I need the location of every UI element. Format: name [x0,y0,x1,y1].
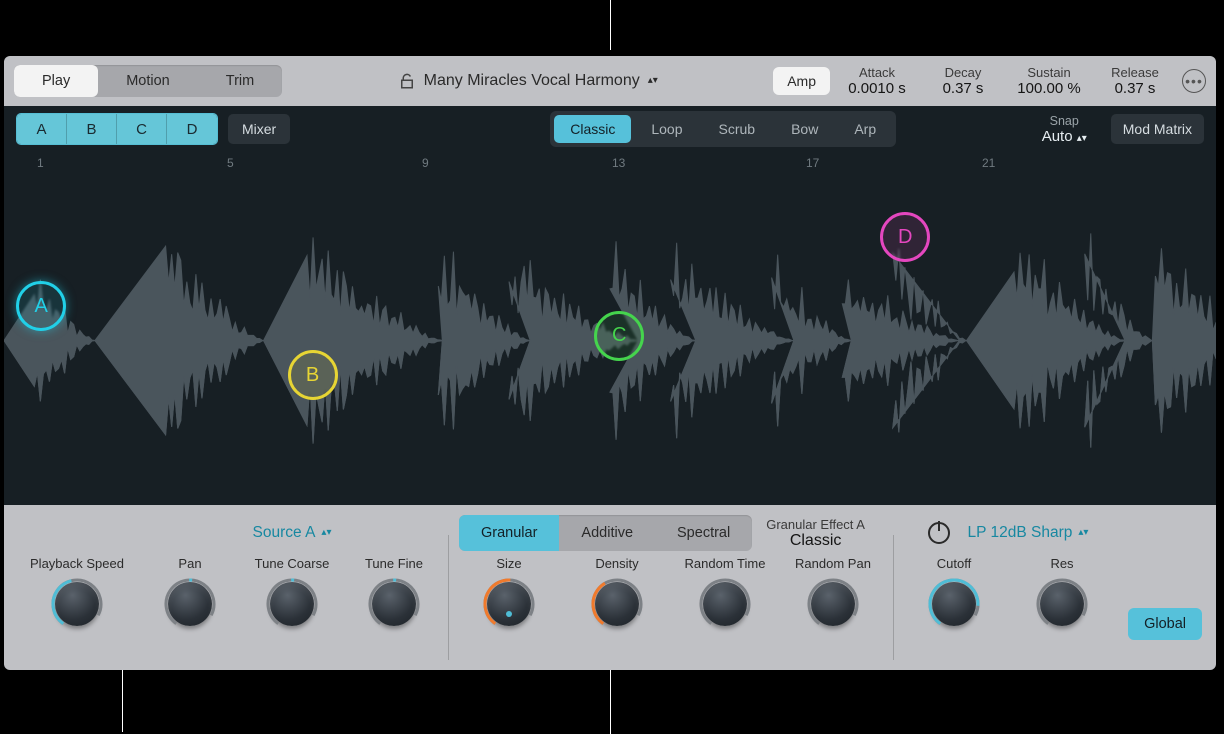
divider [448,535,449,660]
mode-tabs: Classic Loop Scrub Bow Arp [550,111,896,147]
env-attack[interactable]: Attack0.0010 s [838,65,916,97]
preset-selector[interactable]: Many Miracles Vocal Harmony ▴▾ [290,72,765,90]
waveform-header: A B C D Mixer Classic Loop Scrub Bow Arp… [4,106,1216,152]
chevron-up-down-icon: ▴▾ [648,77,658,85]
playhead-marker-b[interactable]: B [288,350,338,400]
knob-random-time[interactable] [698,577,752,631]
tab-motion[interactable]: Motion [98,65,198,97]
knob-tune-coarse[interactable] [265,577,319,631]
mixer-button[interactable]: Mixer [228,114,290,144]
global-button[interactable]: Global [1128,608,1202,640]
top-bar: Play Motion Trim Many Miracles Vocal Har… [4,56,1216,106]
knob-playback-speed[interactable] [50,577,104,631]
env-sustain[interactable]: Sustain100.00 % [1010,65,1088,97]
waveform-panel: A B C D Mixer Classic Loop Scrub Bow Arp… [4,106,1216,505]
knob-pan[interactable] [163,577,217,631]
preset-name: Many Miracles Vocal Harmony [424,72,640,90]
mode-arp[interactable]: Arp [838,115,892,143]
knob-random-pan[interactable] [806,577,860,631]
knob-playback-speed-col: Playback Speed [12,515,142,631]
source-pill-a[interactable]: A [17,114,67,144]
parameter-panel: Playback Speed Source A▴▾ Pan Tune Coars… [4,505,1216,670]
chevron-up-down-icon: ▴▾ [1077,135,1087,143]
knob-cutoff[interactable] [927,577,981,631]
knob-tune-fine[interactable] [367,577,421,631]
granular-effect-readout[interactable]: Granular Effect A Classic [766,517,865,550]
timeline-ruler: 1 5 9 13 17 21 [4,156,1216,176]
filter-type-dropdown[interactable]: LP 12dB Sharp▴▾ [968,524,1089,542]
knob-res[interactable] [1035,577,1089,631]
waveform-display[interactable]: A B C D [4,176,1216,505]
source-pill-d[interactable]: D [167,114,217,144]
effect-tabs: Granular Additive Spectral [459,515,752,551]
effect-tab-additive[interactable]: Additive [559,515,655,551]
amp-button[interactable]: Amp [773,67,830,95]
source-pill-c[interactable]: C [117,114,167,144]
unlock-icon [398,72,416,90]
more-menu-button[interactable]: ••• [1182,69,1206,93]
env-release[interactable]: Release0.37 s [1096,65,1174,97]
knob-size[interactable] [482,577,536,631]
snap-menu[interactable]: Snap Auto ▴▾ [1042,114,1091,145]
playhead-marker-c[interactable]: C [594,311,644,361]
knob-density[interactable] [590,577,644,631]
source-dropdown[interactable]: Source A▴▾ [142,515,442,551]
source-pill-b[interactable]: B [67,114,117,144]
source-pills: A B C D [16,113,218,145]
tab-trim[interactable]: Trim [198,65,282,97]
env-decay[interactable]: Decay0.37 s [924,65,1002,97]
tab-play[interactable]: Play [14,65,98,97]
effect-tab-granular[interactable]: Granular [459,515,559,551]
mode-loop[interactable]: Loop [635,115,698,143]
sample-alchemy-plugin: Play Motion Trim Many Miracles Vocal Har… [4,56,1216,670]
mod-matrix-button[interactable]: Mod Matrix [1111,114,1204,144]
mode-bow[interactable]: Bow [775,115,834,143]
mode-scrub[interactable]: Scrub [703,115,772,143]
filter-power-button[interactable] [928,522,950,544]
effect-tab-spectral[interactable]: Spectral [655,515,752,551]
divider [893,535,894,660]
mode-classic[interactable]: Classic [554,115,631,143]
chevron-up-down-icon: ▴▾ [321,529,331,537]
chevron-up-down-icon: ▴▾ [1078,529,1088,537]
view-tabs: Play Motion Trim [14,65,282,97]
